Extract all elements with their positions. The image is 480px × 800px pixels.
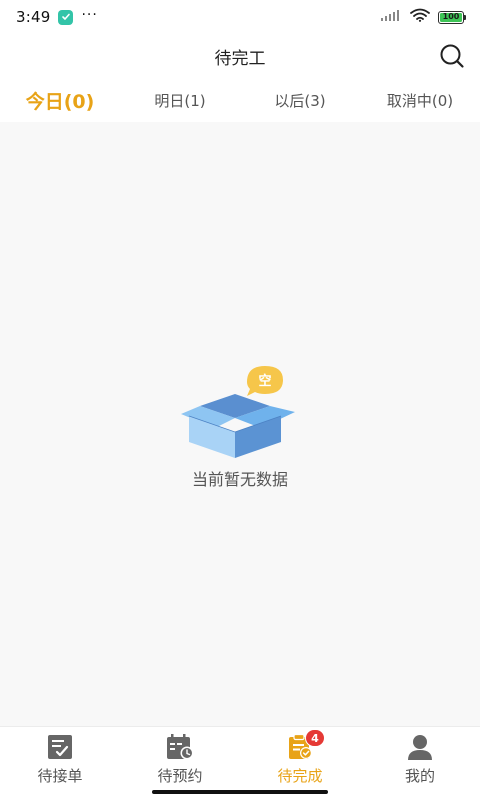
status-bar: 3:49 ··· 100: [0, 0, 480, 34]
top-app-bar: 待完工: [0, 34, 480, 78]
nav-label-pending-complete: 待完成: [277, 767, 323, 785]
nav-label-mine: 我的: [404, 767, 435, 785]
empty-bubble-text: 空: [258, 373, 271, 389]
content-area: 空 当前暂无数据: [0, 122, 480, 726]
battery-level: 100: [440, 12, 462, 22]
tab-later[interactable]: 以后(3): [240, 78, 360, 122]
bottom-nav: 待接单 待预约 4 待完成 我的: [0, 726, 480, 800]
search-icon: [440, 44, 464, 68]
nav-badge-count: 4: [305, 729, 325, 747]
battery-icon: 100: [438, 10, 466, 24]
home-indicator[interactable]: [152, 790, 328, 794]
signal-icon: [380, 8, 402, 26]
page-title: 待完工: [214, 48, 266, 69]
tab-bar: 今日(0) 明日(1) 以后(3) 取消中(0): [0, 78, 480, 122]
tab-today[interactable]: 今日(0): [0, 78, 120, 122]
nav-label-pending-appointment: 待预约: [157, 767, 203, 785]
app-notification-icon: [58, 9, 74, 25]
clipboard-check-icon: 4: [285, 729, 325, 761]
tab-tomorrow[interactable]: 明日(1): [120, 78, 240, 122]
status-more-dots: ···: [81, 7, 98, 23]
empty-state: 空 当前暂无数据: [0, 362, 480, 490]
wifi-icon: [410, 8, 430, 26]
empty-box-icon: 空: [181, 366, 295, 458]
status-time: 3:49: [16, 8, 51, 26]
tab-cancelling[interactable]: 取消中(0): [360, 78, 480, 122]
status-left: 3:49 ···: [16, 7, 98, 26]
status-right: 100: [380, 8, 466, 26]
user-icon: [405, 733, 435, 761]
empty-message: 当前暂无数据: [191, 470, 288, 489]
nav-item-mine[interactable]: 我的: [360, 727, 480, 800]
calendar-clock-icon: [165, 733, 195, 761]
checklist-icon: [45, 733, 75, 761]
search-button[interactable]: [438, 42, 466, 70]
nav-label-pending-accept: 待接单: [37, 767, 83, 785]
nav-item-pending-accept[interactable]: 待接单: [0, 727, 120, 800]
